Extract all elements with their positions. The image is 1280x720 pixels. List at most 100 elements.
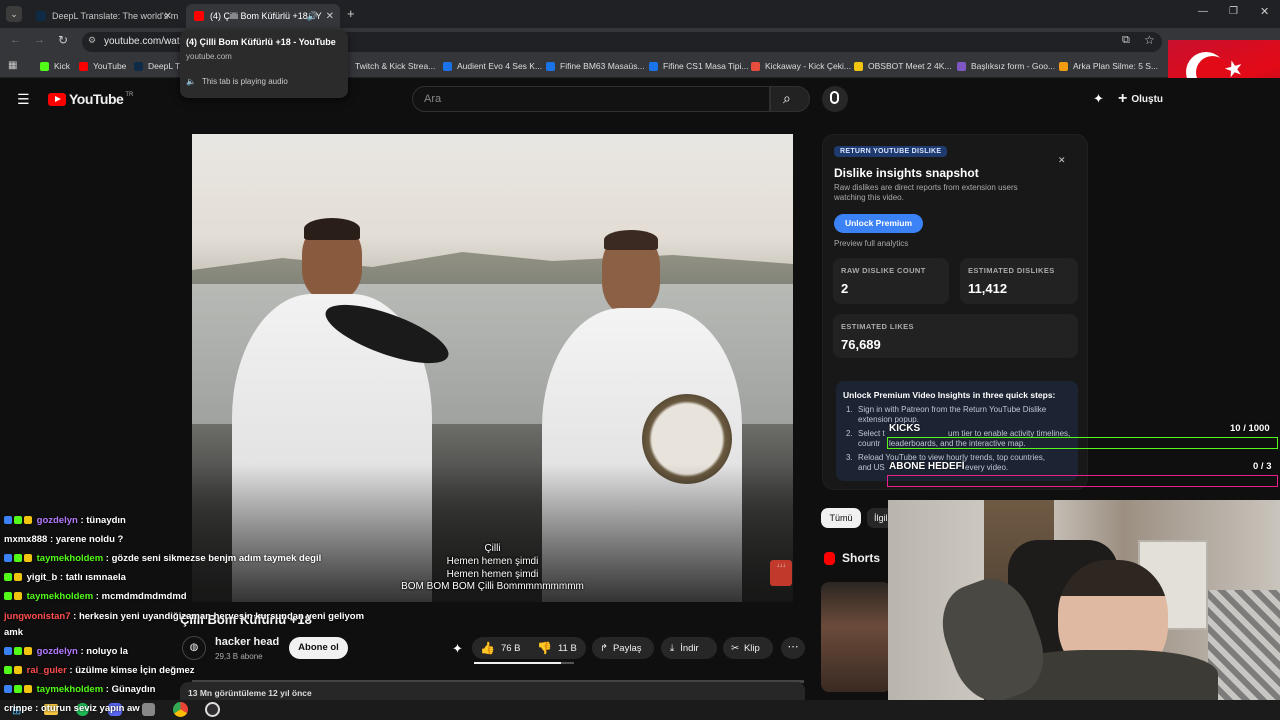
raw-dislike-value: 2 (841, 281, 849, 296)
bookmark-fifine-bm63[interactable]: Fifine BM63 Masaüs... (546, 61, 645, 71)
step-3-text-c: every video. (965, 463, 1009, 472)
clip-button[interactable]: ✂ Klip (723, 637, 773, 659)
badge-icon (4, 554, 12, 562)
tab-youtube[interactable]: (4) Çilli Bom Küfürlü +18 - Y 🔊 ✕ (186, 4, 340, 28)
bookmark-fifine-cs1[interactable]: Fifine CS1 Masa Tipi... (649, 61, 749, 71)
back-icon[interactable]: ← (10, 34, 21, 46)
share-label: Paylaş (612, 642, 642, 654)
scissors-icon: ✂ (731, 642, 739, 654)
search-button[interactable]: ⌕ (770, 86, 810, 112)
close-window-icon[interactable]: ✕ (1260, 5, 1269, 18)
apps-grid-icon[interactable]: ▦ (8, 60, 17, 71)
ryd-description: Raw dislikes are direct reports from ext… (834, 183, 1018, 202)
badge-icon (4, 592, 12, 600)
estimated-dislikes-value: 11,412 (968, 281, 1008, 296)
voice-search-button[interactable] (822, 86, 848, 112)
step-3-number: 3. (846, 453, 853, 462)
bookmark-label: Kickaway - Kick Çeki... (765, 61, 851, 71)
step-2-text-c: countr (858, 439, 881, 448)
youtube-logo[interactable]: YouTube TR (48, 91, 133, 107)
chat-text: amk (4, 627, 24, 638)
chat-username: gozdelyn (36, 515, 78, 526)
deepl-icon (134, 61, 143, 71)
search-icon: ⌕ (783, 90, 791, 106)
thumbs-up-icon: 👍 (480, 641, 495, 655)
badge-icon (4, 666, 12, 674)
youtube-play-icon (48, 92, 66, 106)
bookmark-star-icon[interactable]: ☆ (1144, 33, 1155, 47)
bookmark-label: Fifine BM63 Masaüs... (560, 61, 645, 71)
check-icon (546, 61, 555, 71)
reload-icon[interactable]: ↻ (58, 33, 68, 47)
new-tab-button[interactable]: + (347, 6, 355, 21)
bookmark-google-form[interactable]: Başlıksız form - Goo... (957, 61, 1055, 71)
estimated-dislikes-label: ESTIMATED DISLIKES (968, 266, 1055, 275)
create-button[interactable]: + Oluştu (1118, 88, 1163, 110)
chat-text: oturun seviz yapın aw (40, 703, 140, 714)
minimize-icon[interactable]: — (1198, 6, 1208, 17)
check-icon (443, 61, 452, 71)
logo-country: TR (125, 92, 134, 98)
forward-icon[interactable]: → (34, 34, 45, 46)
chat-username: gozdelyn (36, 646, 78, 657)
bookmark-deepl[interactable]: DeepL T (134, 61, 180, 71)
search-input[interactable]: Ara (412, 86, 770, 112)
bookmark-kickaway[interactable]: Kickaway - Kick Çeki... (751, 61, 851, 71)
subscriber-goal-label: ABONE HEDEFİ (889, 461, 965, 472)
bookmark-twitch-kick[interactable]: Twitch & Kick Strea... (355, 61, 435, 71)
bookmark-kick[interactable]: Kick (40, 61, 70, 71)
badge-icon (24, 554, 32, 562)
raw-dislike-card: RAW DISLIKE COUNT 2 (833, 258, 949, 304)
tab-list-icon[interactable]: ⌄ (6, 6, 22, 22)
steps-title: Unlock Premium Video Insights in three q… (843, 390, 1056, 400)
chrome-icon[interactable] (173, 702, 188, 717)
streamer-webcam (888, 500, 1280, 700)
bookmark-remove-bg[interactable]: Arka Plan Silme: 5 S... (1059, 61, 1158, 71)
audio-icon[interactable]: 🔊 (307, 11, 318, 22)
unlock-premium-button[interactable]: Unlock Premium (834, 214, 923, 233)
share-button[interactable]: ↱ Paylaş (592, 637, 654, 659)
more-actions-button[interactable]: ⋯ (781, 637, 805, 659)
dislike-count: 11 B (557, 642, 577, 654)
close-tab-icon[interactable]: ✕ (326, 11, 334, 22)
app-icon[interactable] (142, 703, 155, 716)
like-button[interactable]: 👍 76 B (480, 641, 521, 655)
ryd-extension-icon[interactable]: ✦ (452, 641, 463, 657)
kicks-goal-value: 10 / 1000 (1230, 423, 1270, 434)
chat-message: gozdelyn : tünaydın (4, 515, 126, 526)
close-panel-icon[interactable]: ✕ (1058, 155, 1066, 166)
windows-taskbar: ⊞ (0, 700, 1280, 720)
step-1-text: Sign in with Patreon from the Return You… (858, 405, 1047, 424)
obs-icon[interactable] (205, 702, 220, 717)
dislike-button[interactable]: 👎 11 B (537, 641, 577, 655)
subscribe-watermark-icon[interactable]: ↓↓↓ (770, 560, 792, 586)
filter-chip-all[interactable]: Tümü (821, 508, 861, 528)
subscriber-goal-value: 0 / 3 (1253, 461, 1272, 472)
chat-text: herkesin yeni uyandiğizaman herveşin kur… (78, 611, 365, 622)
chat-message: jungwonistan7 : herkesin yeni uyandiğiza… (4, 611, 365, 622)
chat-text: üzülme kimse İçin değmez (75, 665, 195, 676)
forms-icon (957, 61, 966, 71)
bookmark-obsbot[interactable]: OBSBOT Meet 2 4K... (854, 61, 951, 71)
thumbs-down-icon: 👎 (537, 641, 552, 655)
cast-icon[interactable]: ⧉ (1122, 34, 1130, 47)
extension-puzzle-icon[interactable]: ✦ (1093, 91, 1104, 107)
short-thumbnail[interactable] (821, 582, 891, 692)
restore-icon[interactable]: ❐ (1229, 6, 1238, 17)
check-icon (649, 61, 658, 71)
tab-deepl[interactable]: DeepL Translate: The world's m ✕ (28, 4, 178, 28)
bookmark-youtube[interactable]: YouTube (79, 61, 126, 71)
download-button[interactable]: ⤓ İndir (661, 637, 717, 659)
close-tab-icon[interactable]: ✕ (164, 11, 172, 22)
bookmark-label: DeepL T (148, 61, 181, 71)
badge-icon (24, 685, 32, 693)
bookmark-audient[interactable]: Audient Evo 4 Ses K... (443, 61, 542, 71)
share-icon: ↱ (600, 642, 608, 654)
menu-icon[interactable]: ☰ (17, 91, 30, 108)
ryd-title: Dislike insights snapshot (834, 166, 979, 180)
bookmark-label: Fifine CS1 Masa Tipi... (663, 61, 749, 71)
badge-icon (4, 573, 12, 581)
preview-analytics-link[interactable]: Preview full analytics (834, 239, 908, 248)
site-info-icon[interactable]: ⚙ (88, 35, 96, 46)
badge-icon (14, 573, 22, 581)
